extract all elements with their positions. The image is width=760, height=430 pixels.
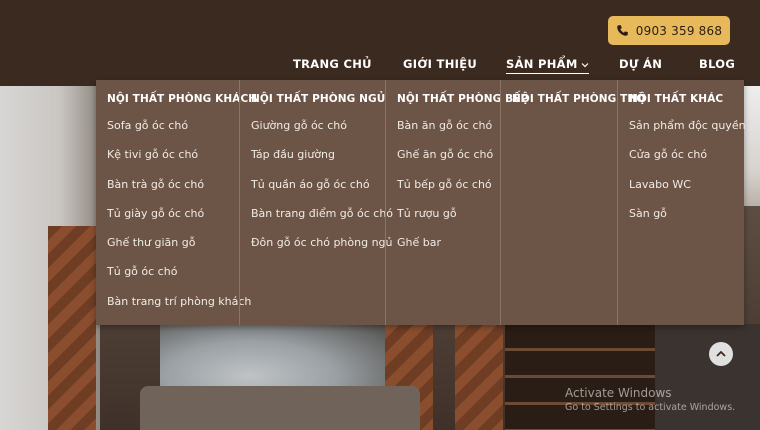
- menu-item[interactable]: Sàn gỗ: [618, 207, 744, 236]
- menu-column-title[interactable]: NỘI THẤT PHÒNG KHÁCH: [96, 93, 257, 105]
- menu-item[interactable]: Bàn ăn gỗ óc chó: [386, 119, 500, 148]
- menu-column-title[interactable]: NỘI THẤT PHÒNG BẾP: [386, 93, 528, 105]
- nav-san-pham-label: SẢN PHẨM: [506, 57, 578, 71]
- chevron-down-icon: [581, 62, 589, 67]
- main-nav: TRANG CHỦ GIỚI THIỆU SẢN PHẨM DỰ ÁN BLOG: [0, 57, 760, 75]
- menu-item[interactable]: Đôn gỗ óc chó phòng ngủ: [240, 236, 393, 265]
- activation-watermark: Activate Windows Go to Settings to activ…: [565, 386, 735, 413]
- nav-gioi-thieu[interactable]: GIỚI THIỆU: [403, 57, 477, 71]
- menu-column-title[interactable]: NỘI THẤT PHÒNG THỜ: [501, 93, 645, 105]
- menu-column-kitchen: NỘI THẤT PHÒNG BẾP Bàn ăn gỗ óc chó Ghế …: [385, 80, 528, 325]
- menu-item[interactable]: Sofa gỗ óc chó: [96, 119, 239, 148]
- menu-column-title[interactable]: NỘI THẤT KHÁC: [618, 93, 744, 105]
- menu-column-title[interactable]: NỘI THẤT PHÒNG NGỦ: [240, 93, 385, 105]
- menu-item[interactable]: Sản phẩm độc quyền: [618, 119, 746, 148]
- nav-san-pham[interactable]: SẢN PHẨM: [506, 57, 589, 74]
- phone-button[interactable]: 0903 359 868: [608, 16, 730, 45]
- chevron-up-icon: [716, 350, 726, 357]
- watermark-subtitle: Go to Settings to activate Windows.: [565, 402, 736, 413]
- menu-item[interactable]: Ghế bar: [386, 236, 500, 265]
- menu-item[interactable]: Ghế ăn gỗ óc chó: [386, 148, 500, 177]
- menu-item[interactable]: Ghế thư giãn gỗ: [96, 236, 239, 265]
- products-mega-menu: NỘI THẤT PHÒNG KHÁCH Sofa gỗ óc chó Kệ t…: [96, 80, 746, 325]
- watermark-title: Activate Windows: [565, 386, 672, 400]
- scroll-top-button[interactable]: [709, 342, 733, 366]
- menu-item[interactable]: Bàn trang điểm gỗ óc chó: [240, 207, 393, 236]
- menu-column-bedroom: NỘI THẤT PHÒNG NGỦ Giường gỗ óc chó Táp …: [239, 80, 393, 325]
- nav-blog[interactable]: BLOG: [699, 57, 735, 71]
- nav-trang-chu[interactable]: TRANG CHỦ: [293, 57, 372, 71]
- menu-item[interactable]: Kệ tivi gỗ óc chó: [96, 148, 239, 177]
- hero-wall-right: [655, 324, 760, 430]
- menu-item[interactable]: Lavabo WC: [618, 178, 744, 207]
- nav-du-an[interactable]: DỰ ÁN: [619, 57, 662, 71]
- menu-item[interactable]: Tủ quần áo gỗ óc chó: [240, 178, 385, 207]
- menu-item[interactable]: Tủ rượu gỗ: [386, 207, 500, 236]
- menu-item[interactable]: Giường gỗ óc chó: [240, 119, 385, 148]
- hero-sofa: [140, 386, 420, 430]
- phone-number: 0903 359 868: [635, 23, 723, 38]
- menu-item[interactable]: Tủ gỗ óc chó: [96, 265, 239, 294]
- menu-item[interactable]: Bàn trà gỗ óc chó: [96, 178, 239, 207]
- hero-shelf: [505, 324, 655, 430]
- menu-column-other: NỘI THẤT KHÁC Sản phẩm độc quyền Cửa gỗ …: [617, 80, 746, 325]
- menu-column-living-room: NỘI THẤT PHÒNG KHÁCH Sofa gỗ óc chó Kệ t…: [96, 80, 257, 325]
- menu-item[interactable]: Tủ bếp gỗ óc chó: [386, 178, 500, 207]
- menu-item[interactable]: Tủ giày gỗ óc chó: [96, 207, 239, 236]
- site-header: 0903 359 868 TRANG CHỦ GIỚI THIỆU SẢN PH…: [0, 0, 760, 86]
- menu-column-worship-room: NỘI THẤT PHÒNG THỜ: [500, 80, 645, 325]
- menu-item[interactable]: Táp đầu giường: [240, 148, 385, 177]
- hero-wood-panel: [48, 226, 96, 430]
- menu-item[interactable]: Bàn trang trí phòng khách: [96, 295, 251, 324]
- phone-icon: [617, 25, 628, 36]
- menu-item[interactable]: Cửa gỗ óc chó: [618, 148, 744, 177]
